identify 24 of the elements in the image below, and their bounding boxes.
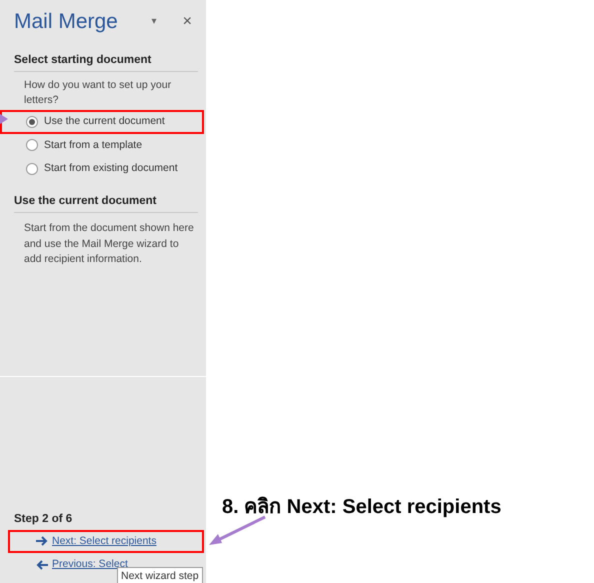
next-link[interactable]: Next: Select recipients (8, 530, 204, 554)
option-label: Use the current document (44, 114, 165, 129)
radio-option[interactable]: Use the current document (0, 110, 204, 134)
section-heading: Use the current document (14, 193, 198, 214)
close-button[interactable]: × (182, 10, 192, 34)
arrow-icon (208, 515, 268, 547)
pane-menu-button[interactable]: ▾ (152, 14, 157, 30)
arrow-icon (0, 114, 8, 124)
option-label: Start from existing document (44, 161, 178, 176)
radio-button[interactable] (26, 116, 38, 128)
section-heading: Select starting document (14, 52, 198, 72)
question-text: How do you want to set up your letters? (23, 78, 172, 108)
radio-button[interactable] (26, 163, 38, 176)
radio-button[interactable] (26, 139, 38, 152)
callout-text: 8. คลิก Next: Select recipients (222, 495, 502, 520)
tooltip: Next wizard step (117, 567, 203, 583)
section-description: Start from the document shown here and use the Mail Merge wizard to add recipient information. (23, 221, 195, 268)
arrow-right-icon (36, 536, 48, 546)
pane-title: Mail Merge (14, 9, 118, 35)
arrow-left-icon (36, 560, 48, 570)
step-label: Step 2 of 6 (13, 512, 74, 528)
radio-option[interactable]: Start from existing document (0, 157, 204, 181)
option-label: Start from a template (44, 138, 142, 152)
radio-option[interactable]: Start from a template (0, 134, 204, 158)
